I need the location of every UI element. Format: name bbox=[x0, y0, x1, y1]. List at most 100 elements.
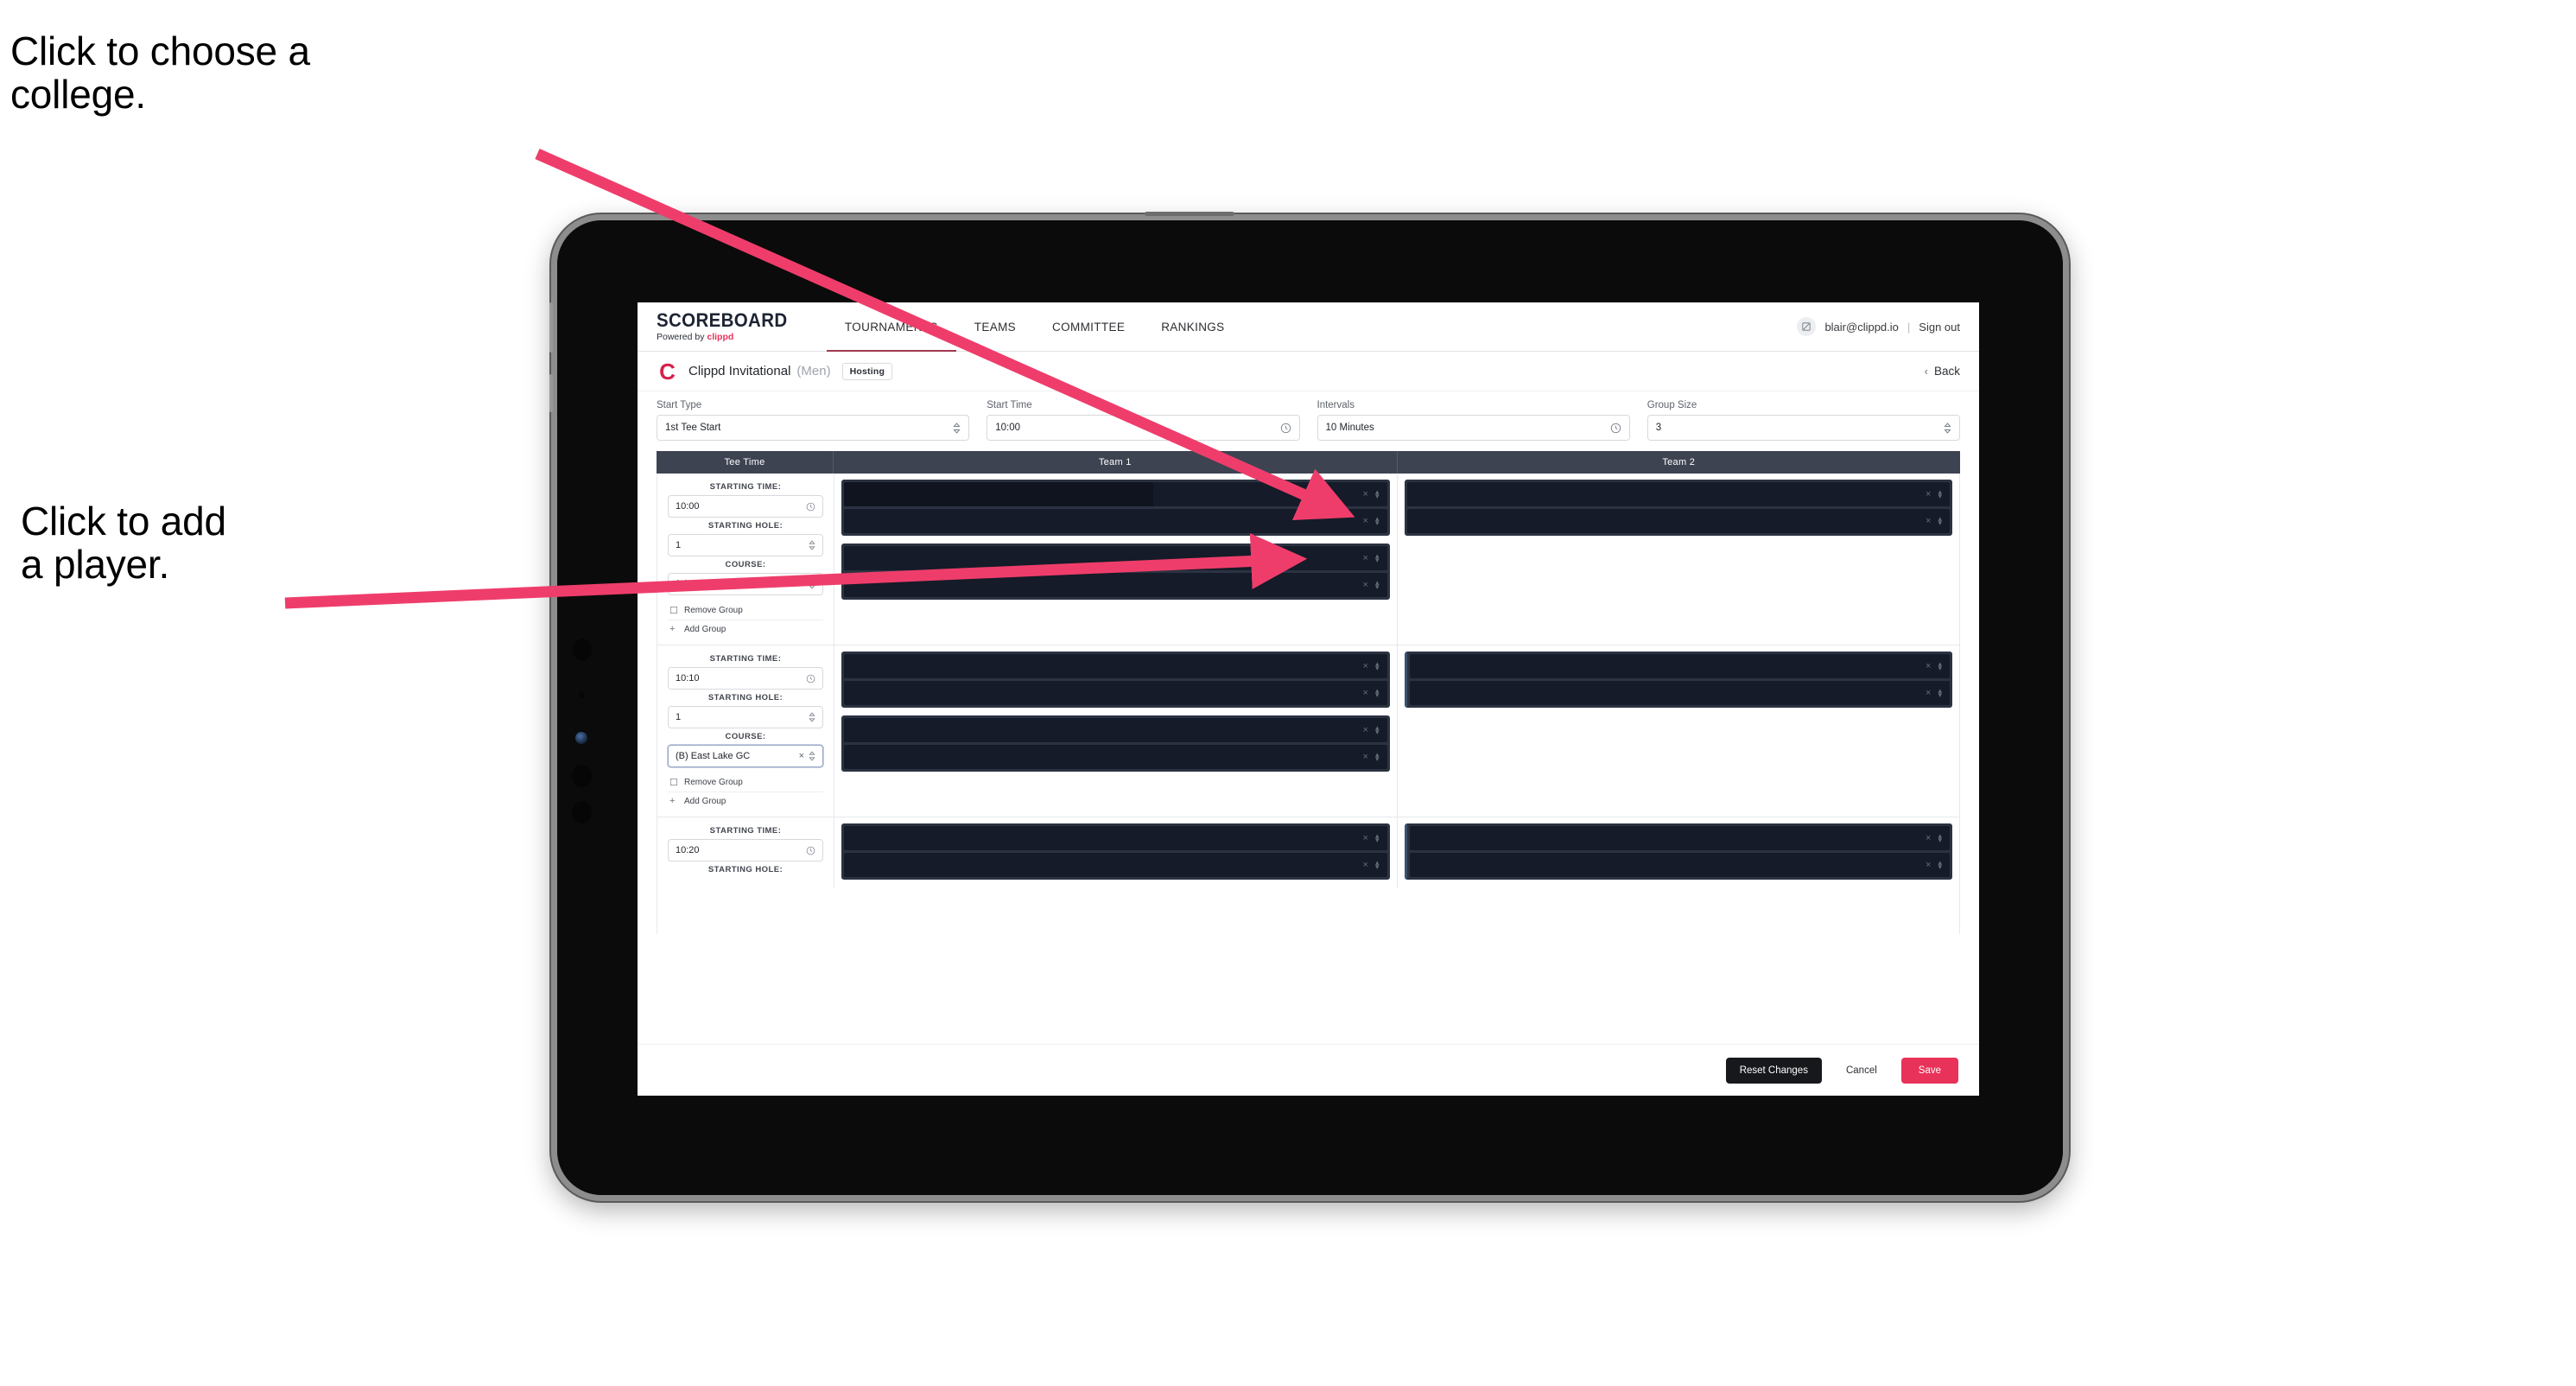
add-group-button[interactable]: + Add Group bbox=[668, 792, 823, 810]
player-slot-group: × ▴ ▾ × ▴ ▾ bbox=[1404, 480, 1952, 536]
player-slot[interactable]: × ▴ ▾ bbox=[1409, 853, 1950, 877]
brand-tagline: Powered by clippd bbox=[657, 333, 797, 342]
intervals-value: 10 Minutes bbox=[1325, 423, 1374, 433]
player-slot-group: × ▴ ▾ × ▴ ▾ bbox=[841, 544, 1390, 600]
starting-hole-input[interactable]: 1 bbox=[668, 534, 823, 556]
nav-divider: | bbox=[1907, 320, 1911, 334]
player-slot[interactable]: × ▴ ▾ bbox=[844, 482, 1387, 506]
close-x-icon[interactable]: × bbox=[799, 579, 804, 589]
close-x-icon[interactable]: × bbox=[1363, 860, 1368, 870]
column-header-tee-time: Tee Time bbox=[657, 451, 834, 474]
close-x-icon[interactable]: × bbox=[1363, 688, 1368, 698]
close-x-icon[interactable]: × bbox=[1363, 752, 1368, 762]
player-slot[interactable]: × ▴ ▾ bbox=[1406, 482, 1950, 506]
group-size-stepper[interactable]: 3 bbox=[1646, 415, 1960, 441]
nav-tab-tournaments[interactable]: TOURNAMENTS bbox=[826, 302, 956, 352]
column-header-team-1: Team 1 bbox=[834, 451, 1398, 474]
starting-hole-input[interactable]: 1 bbox=[668, 706, 823, 728]
volume-up-button[interactable] bbox=[549, 302, 553, 353]
group-actions: ☐ Remove Group + Add Group bbox=[668, 601, 823, 638]
close-x-icon[interactable]: × bbox=[1926, 489, 1931, 499]
player-slot[interactable]: × ▴ ▾ bbox=[844, 826, 1387, 850]
player-slot[interactable]: × ▴ ▾ bbox=[1409, 826, 1950, 850]
table-body[interactable]: STARTING TIME: 10:00 STARTING HOLE: 1 COURSE… bbox=[657, 474, 1960, 934]
player-slot[interactable]: × ▴ ▾ bbox=[844, 654, 1387, 678]
player-slot-actions: × ▴ ▾ bbox=[1363, 751, 1380, 763]
control-start-type: Start Type 1st Tee Start bbox=[657, 400, 970, 441]
chevron-updown-icon: ▴ ▾ bbox=[1938, 487, 1942, 500]
power-button[interactable] bbox=[1145, 212, 1234, 216]
user-email: blair@clippd.io bbox=[1824, 320, 1899, 334]
player-slot[interactable]: × ▴ ▾ bbox=[844, 546, 1387, 570]
course-select[interactable]: (A) Peachtree GC × bbox=[668, 573, 823, 595]
close-x-icon[interactable]: × bbox=[1363, 489, 1368, 499]
remove-group-label: Remove Group bbox=[684, 778, 743, 787]
user-avatar-icon[interactable] bbox=[1797, 317, 1817, 336]
chevron-updown-icon bbox=[1944, 422, 1951, 434]
close-x-icon[interactable]: × bbox=[1926, 833, 1931, 843]
trash-icon: ☐ bbox=[669, 778, 678, 788]
nav-tab-committee[interactable]: COMMITTEE bbox=[1034, 302, 1143, 351]
add-group-button[interactable]: + Add Group bbox=[668, 620, 823, 638]
starting-time-input[interactable]: 10:10 bbox=[668, 667, 823, 690]
label-starting-hole: STARTING HOLE: bbox=[707, 865, 784, 874]
player-slot[interactable]: × ▴ ▾ bbox=[844, 745, 1387, 769]
player-slot[interactable]: × ▴ ▾ bbox=[844, 573, 1387, 597]
player-slot[interactable]: × ▴ ▾ bbox=[1406, 509, 1950, 533]
remove-group-button[interactable]: ☐ Remove Group bbox=[668, 773, 823, 792]
close-x-icon[interactable]: × bbox=[1363, 580, 1368, 590]
player-slot[interactable]: × ▴ ▾ bbox=[1409, 681, 1950, 705]
volume-down-button[interactable] bbox=[549, 374, 553, 412]
player-slot[interactable]: × ▴ ▾ bbox=[844, 718, 1387, 742]
start-time-value: 10:00 bbox=[995, 423, 1021, 433]
column-header-team-2: Team 2 bbox=[1662, 457, 1696, 467]
player-slot[interactable]: × ▴ ▾ bbox=[844, 509, 1387, 533]
chevron-updown-icon: ▴ ▾ bbox=[1938, 659, 1942, 672]
nav-tab-rankings[interactable]: RANKINGS bbox=[1143, 302, 1242, 351]
close-x-icon[interactable]: × bbox=[1363, 516, 1368, 526]
clock-icon bbox=[1280, 423, 1291, 434]
close-x-icon[interactable]: × bbox=[1363, 833, 1368, 843]
close-x-icon[interactable]: × bbox=[1926, 516, 1931, 526]
sensor-dot-icon bbox=[572, 765, 592, 787]
close-x-icon[interactable]: × bbox=[1363, 661, 1368, 671]
close-x-icon[interactable]: × bbox=[1926, 860, 1931, 870]
player-slot-actions: × ▴ ▾ bbox=[1363, 579, 1380, 591]
clock-icon bbox=[806, 846, 815, 855]
chevron-updown-icon bbox=[809, 540, 815, 550]
starting-hole-value: 1 bbox=[676, 540, 682, 550]
close-x-icon[interactable]: × bbox=[1363, 725, 1368, 735]
brand-name: SCOREBOARD bbox=[657, 309, 788, 332]
back-button[interactable]: ‹ Back bbox=[1925, 365, 1960, 378]
starting-time-input[interactable]: 10:20 bbox=[668, 839, 823, 861]
sign-out-link[interactable]: Sign out bbox=[1919, 321, 1960, 334]
player-slot[interactable]: × ▴ ▾ bbox=[1409, 654, 1950, 678]
course-select-actions: × bbox=[799, 751, 815, 761]
close-x-icon[interactable]: × bbox=[1926, 661, 1931, 671]
start-time-input[interactable]: 10:00 bbox=[987, 415, 1300, 441]
starting-time-input[interactable]: 10:00 bbox=[668, 495, 823, 518]
chevron-updown-icon: ▴ ▾ bbox=[1374, 487, 1380, 500]
start-type-select[interactable]: 1st Tee Start bbox=[657, 415, 970, 441]
close-x-icon[interactable]: × bbox=[1363, 553, 1368, 563]
player-slot-group: × ▴ ▾ × ▴ ▾ bbox=[841, 480, 1390, 536]
player-slot-actions: × ▴ ▾ bbox=[1926, 859, 1942, 871]
tee-sheet-controls: Start Type 1st Tee Start Start Time 10:0… bbox=[638, 391, 1979, 451]
player-slot-actions: × ▴ ▾ bbox=[1363, 724, 1380, 736]
table-header-row: Tee Time Team 1 Team 2 bbox=[657, 451, 1960, 474]
intervals-input[interactable]: 10 Minutes bbox=[1317, 415, 1630, 441]
cancel-button[interactable]: Cancel bbox=[1834, 1058, 1889, 1084]
team-2-cell: × ▴ ▾ × ▴ ▾ bbox=[1397, 817, 1959, 887]
save-button[interactable]: Save bbox=[1900, 1057, 1958, 1084]
brand-logo[interactable]: SCOREBOARD Powered by clippd bbox=[657, 302, 827, 351]
close-x-icon[interactable]: × bbox=[1926, 688, 1931, 698]
close-x-icon[interactable]: × bbox=[799, 751, 804, 761]
nav-tab-teams[interactable]: TEAMS bbox=[956, 302, 1034, 351]
player-slot[interactable]: × ▴ ▾ bbox=[844, 853, 1387, 877]
plus-icon: + bbox=[669, 796, 676, 806]
course-select[interactable]: (B) East Lake GC × bbox=[668, 745, 823, 767]
player-slot[interactable]: × ▴ ▾ bbox=[844, 681, 1387, 705]
reset-changes-button[interactable]: Reset Changes bbox=[1725, 1057, 1822, 1084]
clock-icon bbox=[806, 674, 815, 683]
remove-group-button[interactable]: ☐ Remove Group bbox=[668, 601, 823, 620]
